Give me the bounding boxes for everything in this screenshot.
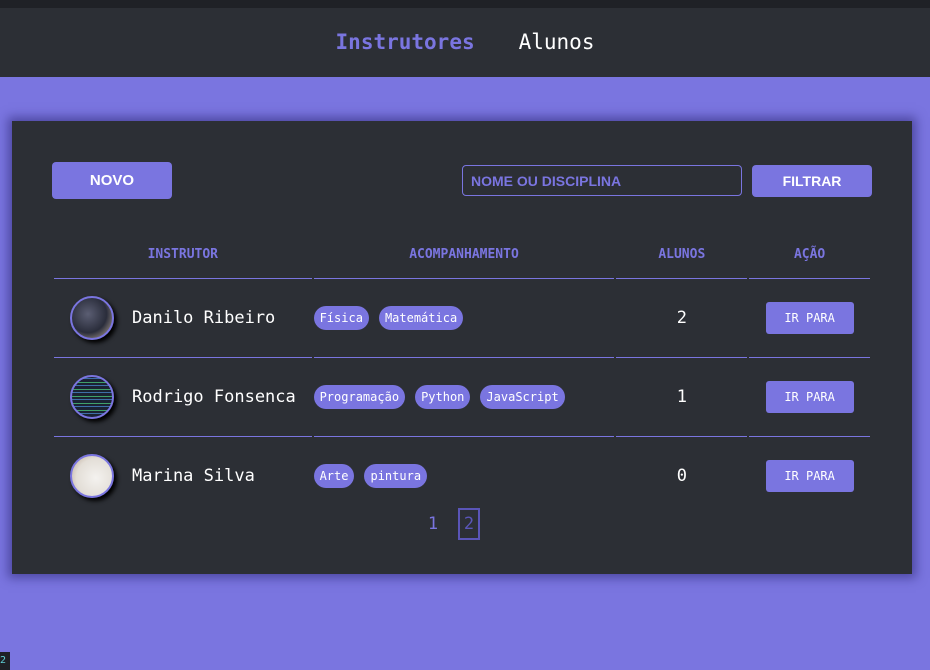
instructor-cell: Rodrigo Fonsenca bbox=[54, 358, 312, 437]
table-row: Danilo Ribeiro Física Matemática 2 IR PA… bbox=[54, 279, 870, 358]
filter-button[interactable]: FILTRAR bbox=[752, 165, 872, 197]
action-cell: IR PARA bbox=[749, 358, 870, 437]
search-input[interactable] bbox=[462, 165, 742, 196]
corner-badge: 2 bbox=[0, 652, 10, 670]
table-header-row: INSTRUTOR ACOMPANHAMENTO ALUNOS AÇÃO bbox=[54, 231, 870, 279]
go-to-button[interactable]: IR PARA bbox=[765, 302, 854, 334]
nav-link-alunos[interactable]: Alunos bbox=[519, 30, 595, 54]
instructors-table: INSTRUTOR ACOMPANHAMENTO ALUNOS AÇÃO Dan… bbox=[52, 231, 872, 515]
subject-tag: JavaScript bbox=[480, 385, 565, 409]
top-nav: Instrutores Alunos bbox=[0, 8, 930, 77]
window-top-strip bbox=[0, 0, 930, 8]
tags-cell: Programação Python JavaScript bbox=[313, 358, 615, 437]
subject-tag: Programação bbox=[313, 385, 406, 409]
instructor-name: Marina Silva bbox=[132, 466, 255, 486]
subject-tag: pintura bbox=[364, 464, 428, 488]
action-cell: IR PARA bbox=[749, 279, 870, 358]
instructors-card: NOVO FILTRAR INSTRUTOR ACOMPANHAMENTO AL… bbox=[12, 121, 912, 574]
header-acompanhamento: ACOMPANHAMENTO bbox=[313, 231, 615, 279]
action-cell: IR PARA bbox=[749, 437, 870, 515]
header-acao: AÇÃO bbox=[749, 231, 870, 279]
subject-tag: Arte bbox=[313, 464, 355, 488]
nav-link-instrutores[interactable]: Instrutores bbox=[336, 30, 475, 54]
instructor-name: Danilo Ribeiro bbox=[132, 308, 276, 328]
page-link-2[interactable]: 2 bbox=[458, 508, 480, 540]
instructor-cell: Danilo Ribeiro bbox=[54, 279, 312, 358]
instructor-cell: Marina Silva bbox=[54, 437, 312, 515]
student-count: 2 bbox=[616, 279, 748, 358]
header-alunos: ALUNOS bbox=[616, 231, 748, 279]
avatar bbox=[70, 296, 114, 340]
new-instructor-button[interactable]: NOVO bbox=[52, 162, 172, 199]
student-count: 0 bbox=[676, 466, 687, 486]
header-instrutor: INSTRUTOR bbox=[54, 231, 312, 279]
table-row: Rodrigo Fonsenca Programação Python Java… bbox=[54, 358, 870, 437]
avatar bbox=[70, 454, 114, 498]
page-link-1[interactable]: 1 bbox=[422, 508, 444, 540]
go-to-button[interactable]: IR PARA bbox=[765, 381, 854, 413]
subject-tag: Física bbox=[313, 306, 369, 330]
table-row: Marina Silva Arte pintura 0 IR PARA bbox=[54, 437, 870, 515]
avatar bbox=[70, 375, 114, 419]
tags-cell: Arte pintura bbox=[313, 437, 615, 515]
subject-tag: Python bbox=[415, 385, 471, 409]
subject-tag: Matemática bbox=[378, 306, 464, 330]
tags-cell: Física Matemática bbox=[313, 279, 615, 358]
go-to-button[interactable]: IR PARA bbox=[765, 460, 854, 492]
student-count: 1 bbox=[616, 358, 748, 437]
pagination: 1 2 bbox=[422, 508, 480, 540]
instructor-name: Rodrigo Fonsenca bbox=[132, 387, 296, 407]
